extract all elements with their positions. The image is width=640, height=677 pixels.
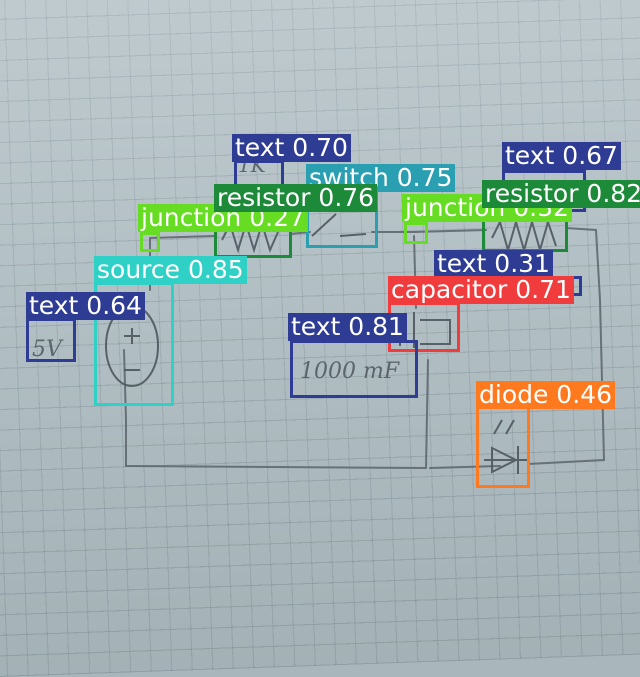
detection-label-text-5: text 0.81 [288,313,407,341]
detection-label-diode: diode 0.46 [476,381,615,409]
wire-bottom-right-rise [425,359,429,469]
wire-bottom-left [125,465,427,469]
detection-label-resistor-2: resistor 0.82 [482,180,640,208]
detection-label-capacitor: capacitor 0.71 [388,276,574,304]
detection-label-text-4: text 0.64 [26,292,145,320]
detection-box-text-4 [26,318,76,362]
detection-label-text-2: text 0.67 [502,142,621,170]
detection-box-diode [476,406,530,488]
detection-label-text-1: text 0.70 [232,134,351,162]
detection-box-text-5 [290,340,418,398]
detection-box-junction-2 [404,222,428,244]
detection-label-source: source 0.85 [94,256,247,284]
detection-label-resistor-1: resistor 0.76 [214,184,378,212]
detection-box-junction-1 [140,232,160,252]
detection-label-text-3: text 0.31 [434,250,553,278]
